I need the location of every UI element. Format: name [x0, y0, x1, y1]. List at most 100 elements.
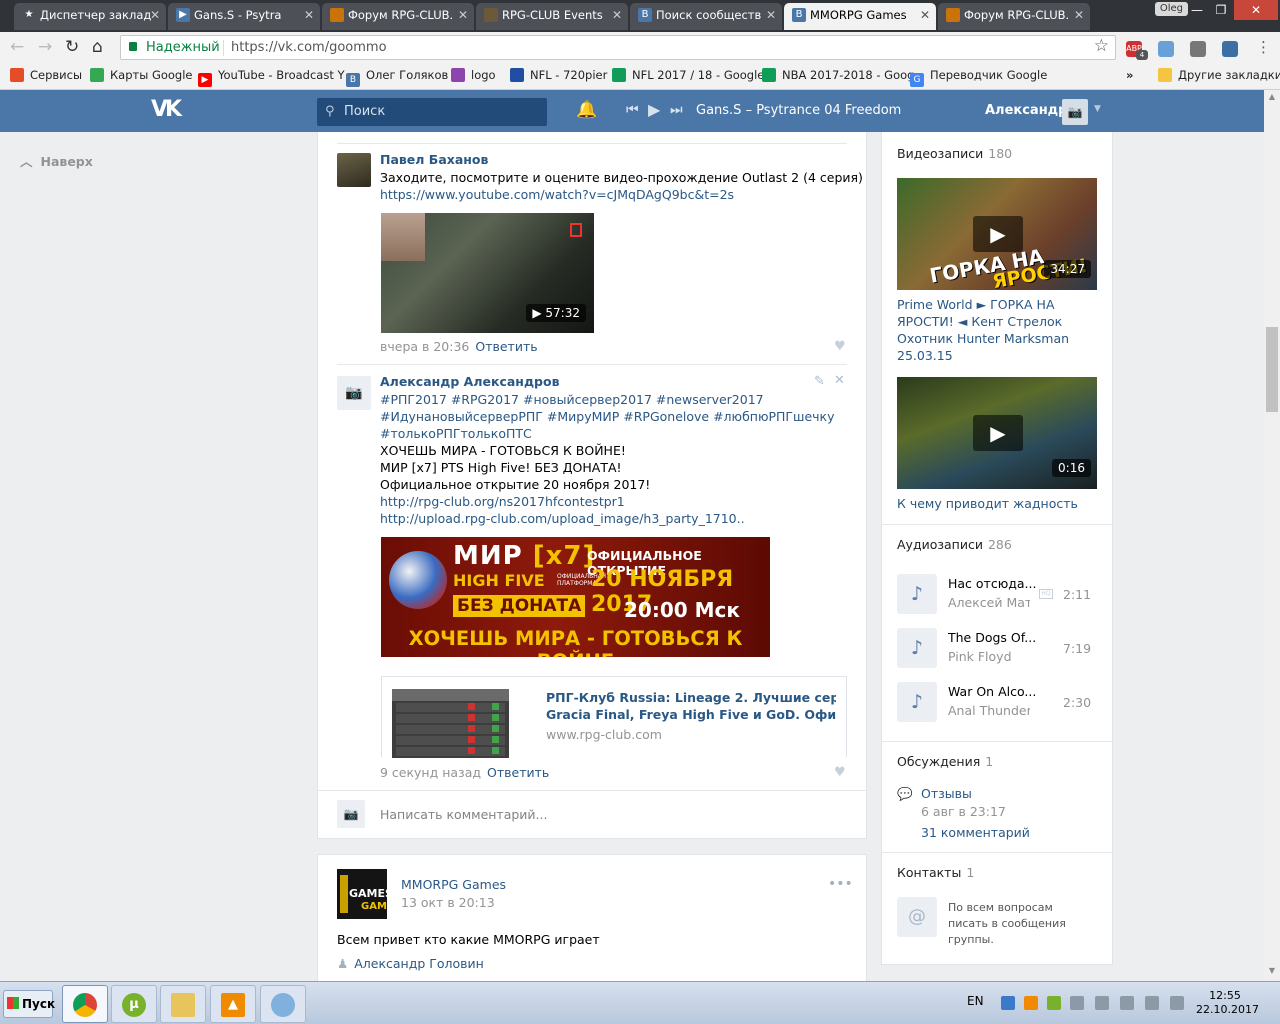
- post-signer[interactable]: ♟ Александр Головин: [337, 956, 484, 971]
- taskbar-clock[interactable]: 12:55 22.10.2017: [1196, 989, 1259, 1017]
- more-options-icon[interactable]: •••: [828, 876, 853, 892]
- tab-forum-rpg-club[interactable]: Форум RPG-CLUB. ✕: [322, 3, 474, 30]
- audio-artist[interactable]: Pink Floyd: [948, 649, 1030, 664]
- play-icon[interactable]: ▶: [973, 415, 1023, 451]
- extension-icon[interactable]: [1222, 41, 1238, 57]
- taskbar-chrome[interactable]: [62, 985, 108, 1023]
- home-icon[interactable]: ⌂: [92, 37, 103, 57]
- vk-logo-icon[interactable]: VK: [151, 99, 185, 121]
- more-bookmarks-button[interactable]: »: [1126, 68, 1133, 82]
- link-preview-title[interactable]: РПГ-Клуб Russia: Lineage 2. Лучшие серве…: [546, 689, 836, 723]
- bookmark-item[interactable]: ▶ YouTube - Broadcast Y: [198, 68, 345, 87]
- lock-icon[interactable]: [1095, 996, 1109, 1010]
- contacts-header[interactable]: Контакты 1: [897, 865, 974, 880]
- comment-link[interactable]: http://rpg-club.org/ns2017hfcontestpr1: [380, 493, 625, 510]
- audio-title[interactable]: The Dogs Of...: [948, 630, 1036, 645]
- play-icon[interactable]: ▶: [973, 216, 1023, 252]
- tab-rpg-club-events[interactable]: RPG-CLUB Events ✕: [476, 3, 628, 30]
- window-close-button[interactable]: ✕: [1234, 0, 1278, 20]
- vlc-tray-icon[interactable]: [1024, 996, 1038, 1010]
- bookmark-item[interactable]: Карты Google: [90, 68, 193, 82]
- audio-note-icon[interactable]: ♪: [897, 574, 937, 614]
- group-avatar[interactable]: GAMES GAME: [337, 869, 387, 919]
- audio-artist[interactable]: Anal Thunder: [948, 703, 1030, 718]
- menu-icon[interactable]: ⋮: [1256, 37, 1271, 57]
- prev-track-icon[interactable]: ⏮: [626, 101, 639, 119]
- hashtags-line[interactable]: #толькоРПГтолькоПТС: [380, 425, 532, 442]
- bookmark-item[interactable]: NFL - 720pier: [510, 68, 607, 82]
- reply-button[interactable]: Ответить: [487, 765, 549, 780]
- action-center-icon[interactable]: [1170, 996, 1184, 1010]
- audio-title[interactable]: Нас отсюда...: [948, 576, 1036, 591]
- bookmark-item[interactable]: G Переводчик Google: [910, 68, 1047, 87]
- close-icon[interactable]: ✕: [766, 3, 776, 27]
- address-bar[interactable]: Надежный https://vk.com/goommo ☆: [120, 35, 1116, 60]
- video-thumbnail[interactable]: ▶ 57:32: [381, 213, 594, 333]
- comment-link[interactable]: http://upload.rpg-club.com/upload_image/…: [380, 510, 745, 527]
- bookmark-item[interactable]: NFL 2017 / 18 - Google: [612, 68, 764, 82]
- link-preview-card[interactable]: РПГ-Клуб Russia: Lineage 2. Лучшие серве…: [381, 676, 847, 758]
- discussion-comments[interactable]: 31 комментарий: [921, 824, 1081, 841]
- close-icon[interactable]: ✕: [458, 3, 468, 27]
- scroll-down-icon[interactable]: ▼: [1266, 966, 1278, 975]
- audio-title[interactable]: War On Alco...: [948, 684, 1036, 699]
- now-playing-track[interactable]: Gans.S – Psytrance 04 Freedom: [696, 103, 901, 118]
- chevron-down-icon[interactable]: ▼: [1094, 104, 1101, 114]
- like-heart-icon[interactable]: ♥: [834, 339, 846, 354]
- bookmark-item[interactable]: В Олег Голяков: [346, 68, 448, 87]
- taskbar-utorrent[interactable]: µ: [111, 985, 157, 1023]
- utorrent-tray-icon[interactable]: [1047, 996, 1061, 1010]
- tab-bookmark-manager[interactable]: ★ Диспетчер заклад ✕: [14, 3, 166, 30]
- bookmark-item[interactable]: NBA 2017-2018 - Goog: [762, 68, 914, 82]
- comment-author[interactable]: Павел Баханов: [380, 152, 488, 167]
- bookmark-item[interactable]: Сервисы: [10, 68, 82, 82]
- tab-search-communities[interactable]: В Поиск сообществ ✕: [630, 3, 782, 30]
- audio-header[interactable]: Аудиозаписи 286: [897, 537, 1012, 552]
- start-button[interactable]: Пуск: [3, 990, 55, 1018]
- hashtags-line[interactable]: #ИдунановыйсерверРПГ #МируМИР #RPGonelov…: [380, 408, 835, 425]
- scrollbar-thumb[interactable]: [1266, 327, 1278, 412]
- cloud-icon[interactable]: [1001, 996, 1015, 1010]
- video-thumbnail[interactable]: ▶ 0:16: [897, 377, 1097, 489]
- next-track-icon[interactable]: ⏭: [670, 101, 683, 119]
- page-scrollbar[interactable]: [1264, 90, 1280, 981]
- tab-forum-rpg-club-2[interactable]: Форум RPG-CLUB. ✕: [938, 3, 1090, 30]
- speaker-icon[interactable]: [1120, 996, 1134, 1010]
- reload-icon[interactable]: ↻: [65, 37, 79, 57]
- comment-input[interactable]: Написать комментарий...: [380, 807, 547, 822]
- audio-note-icon[interactable]: ♪: [897, 628, 937, 668]
- url-text[interactable]: https://vk.com/goommo: [231, 40, 387, 55]
- taskbar-explorer[interactable]: [160, 985, 206, 1023]
- promo-banner-image[interactable]: МИР [x7] HIGH FIVE ОФИЦИАЛЬНАЯ ПЛАТФОРМА…: [381, 537, 770, 657]
- language-indicator[interactable]: EN: [967, 994, 984, 1008]
- taskbar-paint[interactable]: [260, 985, 306, 1023]
- edit-pencil-icon[interactable]: ✎: [814, 374, 825, 389]
- delete-x-icon[interactable]: ✕: [834, 373, 845, 388]
- back-to-top-button[interactable]: ︿ Наверх: [20, 151, 93, 170]
- forward-icon[interactable]: →: [38, 37, 52, 57]
- tab-gans-s[interactable]: ▶ Gans.S - Psytra ✕: [168, 3, 320, 30]
- user-name[interactable]: Александр: [985, 103, 1068, 118]
- close-icon[interactable]: ✕: [150, 3, 160, 27]
- shield-icon[interactable]: [1070, 996, 1084, 1010]
- audio-artist[interactable]: Алексей Матс: [948, 595, 1030, 610]
- extension-icon[interactable]: [1190, 41, 1206, 57]
- taskbar-vlc[interactable]: ▲: [210, 985, 256, 1023]
- comment-time[interactable]: вчера в 20:36: [380, 339, 469, 354]
- extension-icon[interactable]: [1158, 41, 1174, 57]
- maximize-button[interactable]: ❐: [1208, 0, 1234, 20]
- videos-header[interactable]: Видеозаписи 180: [897, 146, 1012, 161]
- close-icon[interactable]: ✕: [1074, 3, 1084, 27]
- notifications-bell-icon[interactable]: 🔔: [576, 100, 597, 120]
- comment-time[interactable]: 9 секунд назад: [380, 765, 481, 780]
- network-icon[interactable]: [1145, 996, 1159, 1010]
- discussions-header[interactable]: Обсуждения 1: [897, 754, 993, 769]
- video-title[interactable]: Prime World ► ГОРКА НА ЯРОСТИ! ◄ Кент Ст…: [897, 296, 1097, 364]
- search-input[interactable]: ⚲ Поиск: [317, 98, 547, 126]
- post-date[interactable]: 13 окт в 20:13: [401, 895, 495, 910]
- like-heart-icon[interactable]: ♥: [834, 765, 846, 780]
- close-icon[interactable]: ✕: [920, 3, 930, 27]
- avatar[interactable]: [337, 153, 371, 187]
- close-icon[interactable]: ✕: [612, 3, 622, 27]
- bookmark-star-icon[interactable]: ☆: [1094, 36, 1109, 56]
